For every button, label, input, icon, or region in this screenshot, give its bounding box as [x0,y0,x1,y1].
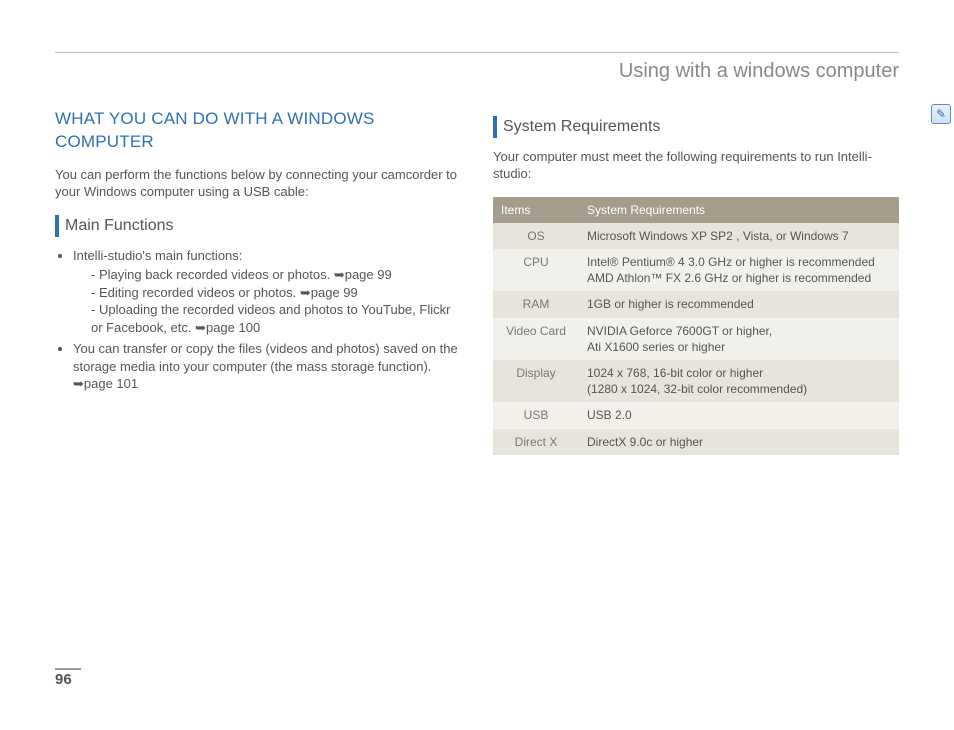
req-line: Intel® Pentium® 4 3.0 GHz or higher is r… [587,255,875,269]
section-intro: Your computer must meet the following re… [493,148,899,183]
section-heading: WHAT YOU CAN DO WITH A WINDOWS COMPUTER [55,108,461,154]
req-label: Direct X [493,429,579,455]
req-label: OS [493,223,579,249]
req-line: AMD Athlon™ FX 2.6 GHz or higher is reco… [587,271,871,285]
list-text: Uploading the recorded videos and photos… [91,302,450,335]
req-value: 1024 x 768, 16-bit color or higher (1280… [579,360,899,402]
header-rule [55,52,899,53]
req-line: Ati X1600 series or higher [587,340,725,354]
table-row: Video Card NVIDIA Geforce 7600GT or high… [493,318,899,360]
req-label: RAM [493,291,579,317]
list-text: Playing back recorded videos or photos. [99,267,330,282]
page-header-title: Using with a windows computer [619,58,899,85]
page-ref: ➥page 99 [300,285,358,300]
req-value: NVIDIA Geforce 7600GT or higher, Ati X16… [579,318,899,360]
req-line: NVIDIA Geforce 7600GT or higher, [587,324,772,338]
content-columns: WHAT YOU CAN DO WITH A WINDOWS COMPUTER … [55,104,899,645]
page-ref: ➥page 99 [334,267,392,282]
table-row: Direct X DirectX 9.0c or higher [493,429,899,455]
req-value: USB 2.0 [579,402,899,428]
list-item: Playing back recorded videos or photos. … [91,266,461,284]
list-text: You can transfer or copy the files (vide… [73,341,458,374]
req-line: 1024 x 768, 16-bit color or higher [587,366,763,380]
main-functions-list: Intelli-studio's main functions: Playing… [55,247,461,393]
table-header-row: Items System Requirements [493,197,899,223]
page-ref: ➥page 100 [195,320,260,335]
req-label: Display [493,360,579,402]
subsection-heading: Main Functions [55,215,461,237]
req-value: Microsoft Windows XP SP2 , Vista, or Win… [579,223,899,249]
req-value: Intel® Pentium® 4 3.0 GHz or higher is r… [579,249,899,291]
req-line: (1280 x 1024, 32-bit color recommended) [587,382,807,396]
page-ref: ➥page 101 [73,376,138,391]
req-value: DirectX 9.0c or higher [579,429,899,455]
manual-page: Using with a windows computer WHAT YOU C… [0,0,954,730]
table-row: OS Microsoft Windows XP SP2 , Vista, or … [493,223,899,249]
col-header: Items [493,197,579,223]
note-block: ✎ System requirements mentioned above ar… [931,104,954,316]
section-intro: You can perform the functions below by c… [55,166,461,201]
list-text: Intelli-studio's main functions: [73,248,242,263]
list-item: Intelli-studio's main functions: Playing… [73,247,461,337]
note-icon: ✎ [931,104,951,124]
req-label: CPU [493,249,579,291]
table-row: CPU Intel® Pentium® 4 3.0 GHz or higher … [493,249,899,291]
list-item: Editing recorded videos or photos. ➥page… [91,284,461,302]
page-number: 96 [55,670,72,690]
req-label: USB [493,402,579,428]
table-row: RAM 1GB or higher is recommended [493,291,899,317]
table-row: USB USB 2.0 [493,402,899,428]
sub-list: Playing back recorded videos or photos. … [73,266,461,336]
col-header: System Requirements [579,197,899,223]
table-row: Display 1024 x 768, 16-bit color or high… [493,360,899,402]
subsection-heading: System Requirements [493,116,899,138]
req-label: Video Card [493,318,579,360]
list-item: Uploading the recorded videos and photos… [91,301,461,336]
req-value: 1GB or higher is recommended [579,291,899,317]
list-text: Editing recorded videos or photos. [99,285,296,300]
system-requirements-table: Items System Requirements OS Microsoft W… [493,197,899,455]
list-item: You can transfer or copy the files (vide… [73,340,461,393]
